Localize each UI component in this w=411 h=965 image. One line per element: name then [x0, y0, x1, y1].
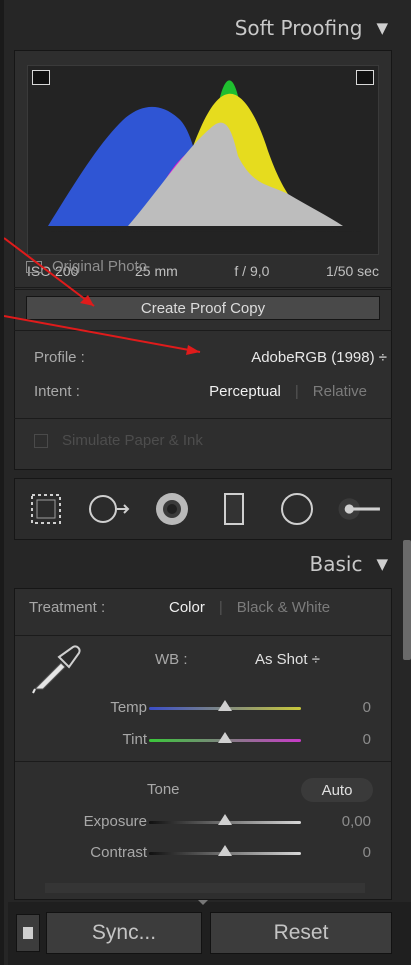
collapse-triangle-icon[interactable]: ▼ [376, 19, 388, 37]
tint-label: Tint [122, 731, 147, 748]
contrast-value[interactable]: 0 [363, 844, 371, 861]
highlight-clipping-icon[interactable] [356, 70, 374, 85]
graduated-filter-icon[interactable] [211, 486, 257, 532]
treatment-separator: | [218, 599, 223, 616]
develop-right-panel: Soft Proofing ▼ ISO 200 25 mm f / 9,0 1/… [0, 0, 411, 965]
exposure-slider-row: Exposure 0,00 [15, 811, 391, 833]
original-photo-row[interactable]: Original Photo [26, 258, 147, 275]
tool-strip [14, 478, 392, 540]
temp-label: Temp [110, 699, 147, 716]
red-eye-icon[interactable] [149, 486, 195, 532]
shadow-clipping-icon[interactable] [32, 70, 50, 85]
soft-proofing-header[interactable]: Soft Proofing ▼ [14, 8, 396, 48]
tint-slider-row: Tint 0 [15, 729, 391, 751]
histogram [27, 65, 379, 255]
create-proof-copy-button[interactable]: Create Proof Copy [26, 296, 380, 320]
divider [14, 287, 392, 288]
divider [15, 761, 391, 762]
intent-label: Intent : [34, 383, 80, 400]
intent-switch: Perceptual | Relative [209, 383, 367, 400]
basic-title: Basic [309, 552, 363, 576]
original-photo-checkbox[interactable] [26, 260, 42, 273]
intent-perceptual[interactable]: Perceptual [209, 383, 281, 400]
toggle-knob-icon [23, 927, 33, 939]
basic-panel: Treatment : Color | Black & White WB : A… [14, 588, 392, 900]
contrast-slider-row: Contrast 0 [15, 842, 391, 864]
sync-button[interactable]: Sync... [46, 912, 202, 954]
divider [14, 330, 392, 331]
wb-dropdown[interactable]: As Shot ÷ [255, 651, 320, 668]
contrast-slider-thumb[interactable] [218, 845, 232, 856]
reset-button[interactable]: Reset [210, 912, 392, 954]
treatment-black-white[interactable]: Black & White [237, 599, 330, 616]
exposure-label: Exposure [83, 813, 147, 830]
collapse-triangle-icon[interactable]: ▼ [376, 555, 388, 573]
exposure-slider-thumb[interactable] [218, 814, 232, 825]
exposure-value[interactable]: 0,00 [342, 813, 371, 830]
basic-header[interactable]: Basic ▼ [14, 544, 396, 584]
next-slider-partial [45, 883, 365, 893]
divider [15, 289, 391, 290]
wb-label: WB : [155, 651, 188, 668]
simulate-paper-ink-label: Simulate Paper & Ink [62, 432, 203, 449]
tint-value[interactable]: 0 [363, 731, 371, 748]
auto-tone-button[interactable]: Auto [301, 778, 373, 802]
temp-slider-thumb[interactable] [218, 700, 232, 711]
radial-filter-icon[interactable] [274, 486, 320, 532]
bottom-bar: Sync... Reset [8, 900, 411, 965]
simulate-paper-ink-row[interactable]: Simulate Paper & Ink [34, 432, 203, 449]
panel-scrollbar[interactable] [403, 540, 411, 660]
contrast-label: Contrast [90, 844, 147, 861]
temp-value[interactable]: 0 [363, 699, 371, 716]
divider [15, 635, 391, 636]
treatment-color[interactable]: Color [169, 599, 205, 616]
intent-relative[interactable]: Relative [313, 383, 367, 400]
intent-separator: | [294, 383, 299, 400]
soft-proofing-title: Soft Proofing [234, 16, 363, 40]
sync-toggle-switch[interactable] [16, 914, 40, 952]
white-balance-selector-icon[interactable] [27, 641, 83, 697]
divider [14, 418, 392, 419]
profile-label: Profile : [34, 349, 85, 366]
shutter-value: 1/50 sec [326, 263, 379, 279]
histogram-graph [48, 80, 363, 241]
treatment-row: Treatment : Color | Black & White [29, 599, 381, 616]
simulate-paper-ink-checkbox[interactable] [34, 433, 48, 448]
grip-arrow-icon [198, 900, 208, 905]
adjustment-brush-icon[interactable] [337, 486, 383, 532]
spot-removal-icon[interactable] [86, 486, 132, 532]
tint-slider-thumb[interactable] [218, 732, 232, 743]
treatment-label: Treatment : [29, 599, 106, 616]
crop-overlay-icon[interactable] [23, 486, 69, 532]
tone-label: Tone [147, 781, 180, 798]
aperture-value: f / 9,0 [234, 263, 270, 279]
temp-slider-row: Temp 0 [15, 697, 391, 719]
original-photo-label: Original Photo [52, 258, 148, 275]
profile-dropdown[interactable]: AdobeRGB (1998) ÷ [251, 349, 387, 366]
